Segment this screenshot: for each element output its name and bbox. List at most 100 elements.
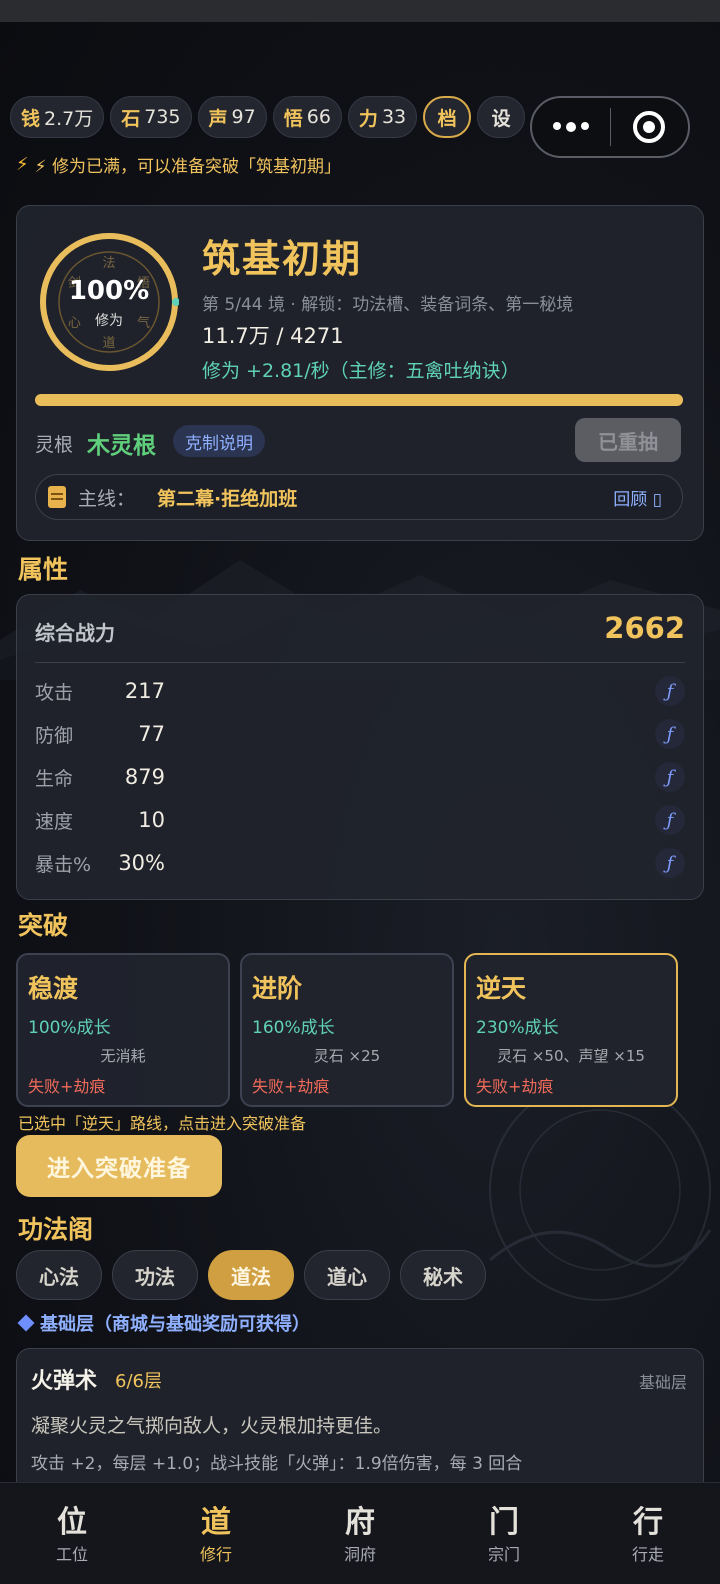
route-hint: 已选中「逆天」路线，点击进入突破准备 — [18, 1114, 307, 1133]
stone-chip[interactable]: 石 735 — [110, 96, 192, 138]
insight-value: 66 — [306, 106, 331, 128]
nav-label: 洞府 — [343, 1545, 376, 1564]
route-option-defy[interactable]: 逆天 230%成长 灵石 ×50、声望 ×15 失败+劫痕 — [464, 953, 678, 1107]
combat-power-label: 综合战力 — [35, 621, 115, 645]
skill-effect: 攻击 +2，每层 +1.0；战斗技能「火弹」：1.9倍伤害，每 3 回合 — [31, 1454, 523, 1474]
progress-percent: 100% — [68, 276, 150, 306]
more-button[interactable] — [532, 98, 610, 156]
lightning-icon: ⚡ — [16, 154, 29, 175]
ring-glyph: 法 — [102, 256, 115, 271]
tab-dao-method[interactable]: 道法 — [208, 1250, 294, 1300]
tab-skill-method[interactable]: 功法 — [112, 1250, 198, 1300]
attr-name: 速度 — [35, 810, 74, 833]
route-option-advance[interactable]: 进阶 160%成长 灵石 ×25 失败+劫痕 — [240, 953, 454, 1107]
nav-label: 宗门 — [487, 1545, 520, 1564]
cultivation-progress: 11.7万 / 4271 — [202, 324, 344, 348]
status-strip — [0, 0, 720, 22]
realm-title: 筑基初期 — [202, 237, 363, 281]
breakthrough-title: 突破 — [18, 911, 69, 940]
route-fail: 失败+劫痕 — [476, 1077, 554, 1096]
stone-icon: 石 — [121, 107, 141, 130]
nav-cave[interactable]: 府洞府 — [288, 1483, 432, 1584]
cultivation-bar-fill — [35, 394, 683, 406]
sect-icon: 门 — [489, 1505, 519, 1540]
cultivation-ring: 法悟气道心剑 100% 修为 — [39, 232, 179, 372]
technique-tabs: 心法 功法 道法 道心 秘术 — [16, 1250, 486, 1300]
formula-icon[interactable]: ƒ — [655, 848, 685, 878]
diamond-icon — [17, 1314, 35, 1332]
attributes-title: 属性 — [18, 555, 69, 584]
nav-label: 修行 — [199, 1545, 232, 1564]
strength-value: 33 — [381, 106, 407, 128]
close-miniprogram-button[interactable] — [611, 98, 689, 156]
combat-power-value: 2662 — [604, 611, 685, 645]
techniques-title: 功法阁 — [18, 1215, 94, 1244]
attr-row-hp: 生命 879 ƒ — [35, 759, 685, 795]
formula-icon[interactable]: ƒ — [655, 676, 685, 706]
nav-cultivate[interactable]: 道修行 — [144, 1483, 288, 1584]
route-cost: 灵石 ×50、声望 ×15 — [497, 1047, 645, 1065]
route-name: 进阶 — [252, 974, 303, 1003]
attr-row-crit: 暴击% 30% ƒ — [35, 845, 685, 881]
formula-icon[interactable]: ƒ — [655, 805, 685, 835]
attr-value: 77 — [138, 722, 165, 746]
cultivate-icon: 道 — [201, 1505, 231, 1540]
cultivation-bar — [35, 394, 683, 406]
route-growth: 100%成长 — [28, 1018, 111, 1038]
settings-button[interactable]: 设 — [477, 96, 526, 138]
spirit-root-label: 灵根 — [35, 434, 74, 456]
travel-icon: 行 — [633, 1505, 663, 1540]
nav-travel[interactable]: 行行走 — [576, 1483, 720, 1584]
notice-text: ⚡ 修为已满，可以准备突破「筑基初期」 — [34, 157, 341, 177]
review-link[interactable]: 回顾 ▯ — [613, 485, 662, 510]
formula-icon[interactable]: ƒ — [655, 762, 685, 792]
formula-icon[interactable]: ƒ — [655, 719, 685, 749]
cultivation-rate: 修为 +2.81/秒（主修：五禽吐纳诀） — [202, 360, 520, 382]
progress-sub-label: 修为 — [95, 313, 123, 329]
realm-description: 第 5/44 境 · 解锁：功法槽、装备词条、第一秘境 — [202, 295, 574, 315]
tab-secret-art[interactable]: 秘术 — [400, 1250, 486, 1300]
bottom-nav: 位工位 道修行 府洞府 门宗门 行行走 — [0, 1482, 720, 1584]
route-cost: 灵石 ×25 — [313, 1047, 381, 1065]
attributes-card: 综合战力 2662 攻击 217 ƒ 防御 77 ƒ 生命 879 ƒ 速度 10 ƒ 暴击% 3… — [16, 594, 704, 900]
tab-heart-method[interactable]: 心法 — [16, 1250, 102, 1300]
attr-value: 10 — [138, 808, 165, 832]
attr-row-attack: 攻击 217 ƒ — [35, 673, 685, 709]
route-name: 稳渡 — [28, 974, 79, 1003]
nav-sect[interactable]: 门宗门 — [432, 1483, 576, 1584]
attr-value: 879 — [124, 765, 165, 789]
breakthrough-notice: ⚡ ⚡ 修为已满，可以准备突破「筑基初期」 — [16, 152, 341, 177]
route-fail: 失败+劫痕 — [252, 1077, 330, 1096]
strength-chip[interactable]: 力 33 — [347, 96, 418, 138]
skill-tier-tag: 基础层 — [638, 1373, 687, 1392]
nav-label: 行走 — [631, 1545, 664, 1564]
attr-name: 生命 — [35, 767, 74, 790]
reroll-button[interactable]: 已重抽 — [575, 418, 681, 462]
layer-title: 基础层（商城与基础奖励可获得） — [17, 1310, 310, 1336]
route-cost: 无消耗 — [100, 1047, 146, 1065]
insight-icon: 悟 — [283, 107, 303, 130]
cave-icon: 府 — [345, 1505, 375, 1540]
workplace-icon: 位 — [57, 1505, 87, 1540]
fame-chip[interactable]: 声 97 — [197, 96, 267, 138]
spirit-root-value: 木灵根 — [87, 433, 156, 459]
mainline-label: 主线： — [78, 487, 136, 510]
enter-breakthrough-button[interactable]: 进入突破准备 — [16, 1135, 222, 1197]
tab-dao-heart[interactable]: 道心 — [304, 1250, 390, 1300]
attr-name: 防御 — [35, 724, 74, 747]
money-chip[interactable]: 钱 2.7万 — [10, 96, 105, 138]
attr-value: 217 — [124, 679, 165, 703]
attr-name: 攻击 — [35, 681, 74, 704]
realm-card: 法悟气道心剑 100% 修为 筑基初期 第 5/44 境 · 解锁：功法槽、装备… — [16, 205, 704, 541]
insight-chip[interactable]: 悟 66 — [272, 96, 342, 138]
mainline-quest[interactable]: 主线： 第二幕·拒绝加班 回顾 ▯ — [35, 474, 683, 520]
scroll-icon — [48, 486, 66, 508]
divider — [35, 662, 685, 663]
restraint-info-button[interactable]: 克制说明 — [173, 425, 265, 457]
archive-button[interactable]: 档 — [423, 96, 472, 138]
route-option-steady[interactable]: 稳渡 100%成长 无消耗 失败+劫痕 — [16, 953, 230, 1107]
skill-description: 凝聚火灵之气掷向敌人，火灵根加持更佳。 — [31, 1415, 393, 1437]
attr-value: 30% — [118, 851, 165, 875]
nav-workplace[interactable]: 位工位 — [0, 1483, 144, 1584]
route-growth: 160%成长 — [252, 1018, 335, 1038]
